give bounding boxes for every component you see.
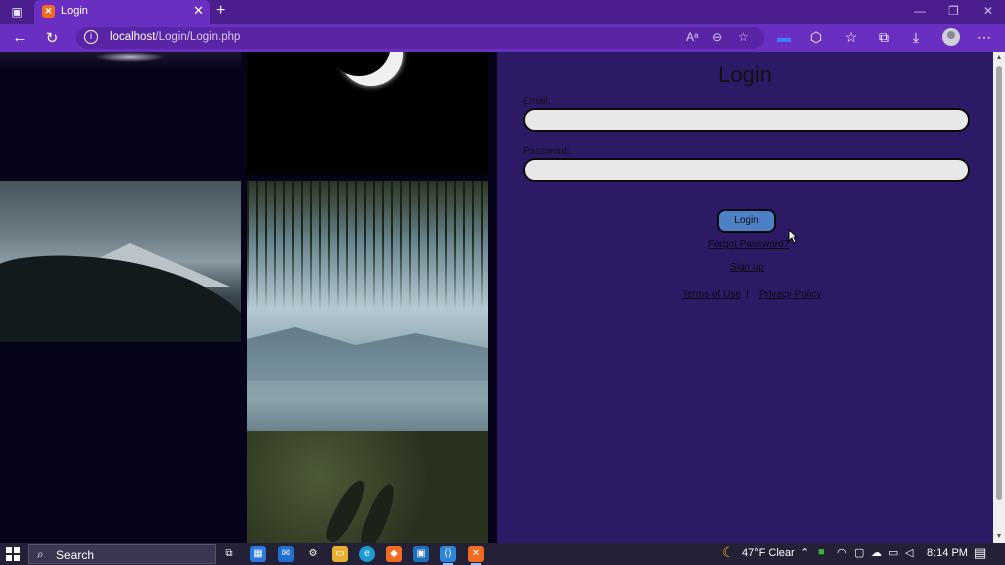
scroll-down-icon[interactable]: ▼ — [993, 531, 1005, 543]
extension-icon[interactable]: ▬ — [774, 29, 794, 45]
edge-icon[interactable]: e — [359, 546, 375, 562]
password-label: Password: — [523, 146, 570, 157]
xampp-taskbar-icon[interactable]: ✕ — [468, 546, 484, 565]
url-text[interactable]: localhost/Login/Login.php — [110, 31, 240, 43]
tab-close-icon[interactable]: ✕ — [193, 3, 204, 19]
extensions-icon[interactable]: ⬡ — [806, 29, 826, 46]
minimize-icon[interactable]: — — [914, 4, 926, 18]
weather-text[interactable]: 47°F Clear — [742, 547, 795, 559]
terms-of-use-link[interactable]: Terms of Use — [682, 289, 741, 300]
downloads-icon[interactable]: ⤓ — [906, 29, 926, 46]
windows-taskbar: ⌕ Search ⧉ ▦ ✉ ⚙ ▭ e ◆ ▣ ⟨⟩ ✕ ☾ 47°F Cle… — [0, 543, 1005, 565]
login-panel: Login Email: Password: Login Forgot Pass… — [497, 52, 993, 543]
scrollbar-thumb[interactable] — [996, 66, 1002, 500]
restore-icon[interactable]: ❐ — [948, 4, 959, 18]
browser-titlebar: ▣ ✕ Login ✕ + — ❐ ✕ — [0, 0, 1005, 24]
forgot-password-link[interactable]: Forgot Password? — [708, 239, 789, 250]
privacy-policy-link[interactable]: Privacy Policy — [759, 289, 821, 300]
photo-city-lights — [0, 52, 241, 70]
email-label: Email: — [523, 96, 551, 107]
url-host: localhost — [110, 31, 156, 43]
show-hidden-icons[interactable]: ⌃ — [800, 546, 809, 559]
login-button[interactable]: Login — [717, 209, 776, 233]
store-icon[interactable]: ▦ — [250, 546, 266, 562]
clock-time[interactable]: 8:14 PM — [927, 547, 968, 559]
read-aloud-icon[interactable]: Aᵃ — [686, 30, 698, 44]
close-window-icon[interactable]: ✕ — [983, 4, 993, 18]
photo-moon — [247, 52, 488, 175]
login-title: Login — [718, 62, 772, 87]
favorites-icon[interactable]: ☆ — [841, 29, 861, 46]
xampp-icon: ✕ — [42, 5, 55, 18]
willow-branches — [247, 181, 488, 311]
onedrive-icon[interactable]: ☁ — [871, 546, 882, 559]
photo-mountains — [0, 181, 241, 342]
meet-icon[interactable]: ▢ — [854, 546, 864, 559]
search-icon: ⌕ — [37, 547, 44, 561]
task-view-icon[interactable]: ⧉ — [221, 546, 237, 562]
windows-start-icon[interactable] — [6, 547, 20, 561]
page-content: Login Email: Password: Login Forgot Pass… — [0, 52, 993, 543]
taskbar-search[interactable]: ⌕ Search — [28, 544, 216, 564]
volume-icon[interactable]: ◁ — [905, 546, 913, 559]
battery-icon[interactable]: ▭ — [888, 546, 898, 559]
photo-lake-boats — [247, 181, 488, 543]
mail-icon[interactable]: ✉ — [278, 546, 294, 562]
collections-icon[interactable]: ⧉ — [874, 29, 894, 46]
new-tab-icon[interactable]: + — [216, 2, 225, 20]
back-icon[interactable]: ← — [10, 29, 30, 46]
footer-separator: | — [746, 289, 749, 300]
notifications-icon[interactable]: ▤ — [974, 545, 986, 561]
email-field[interactable] — [523, 108, 970, 132]
settings-icon[interactable]: ⚙ — [305, 546, 321, 562]
address-bar[interactable]: i localhost/Login/Login.php Aᵃ ⊖ ☆ — [76, 27, 764, 49]
app-icon[interactable]: ▣ — [413, 546, 429, 562]
page-scrollbar[interactable]: ▲ ▼ — [993, 52, 1005, 543]
password-field[interactable] — [523, 158, 970, 182]
profile-avatar[interactable] — [942, 28, 960, 46]
refresh-icon[interactable]: ↻ — [42, 29, 62, 47]
file-explorer-icon[interactable]: ▭ — [332, 546, 348, 562]
sign-up-link[interactable]: Sign up — [730, 262, 764, 273]
app-icon[interactable]: ◆ — [386, 546, 402, 562]
distant-hills — [247, 327, 488, 381]
vscode-icon[interactable]: ⟨⟩ — [440, 546, 456, 565]
more-options-icon[interactable]: ⋯ — [974, 29, 994, 46]
tray-app-icon[interactable]: ■ — [818, 546, 825, 558]
search-placeholder: Search — [56, 548, 95, 562]
scroll-up-icon[interactable]: ▲ — [993, 52, 1005, 64]
tab-title: Login — [61, 5, 88, 17]
browser-toolbar: ← ↻ i localhost/Login/Login.php Aᵃ ⊖ ☆ ▬… — [0, 24, 1005, 52]
site-info-icon[interactable]: i — [84, 30, 98, 44]
photo-gallery — [0, 52, 497, 543]
zoom-icon[interactable]: ⊖ — [712, 30, 722, 44]
add-favorite-icon[interactable]: ☆ — [738, 30, 749, 44]
tab-actions-icon[interactable]: ▣ — [8, 4, 26, 20]
url-path: /Login/Login.php — [155, 31, 241, 43]
tab-login[interactable]: ✕ Login ✕ — [34, 0, 210, 24]
network-icon[interactable]: ◠ — [837, 546, 847, 559]
weather-moon-icon[interactable]: ☾ — [722, 544, 735, 561]
